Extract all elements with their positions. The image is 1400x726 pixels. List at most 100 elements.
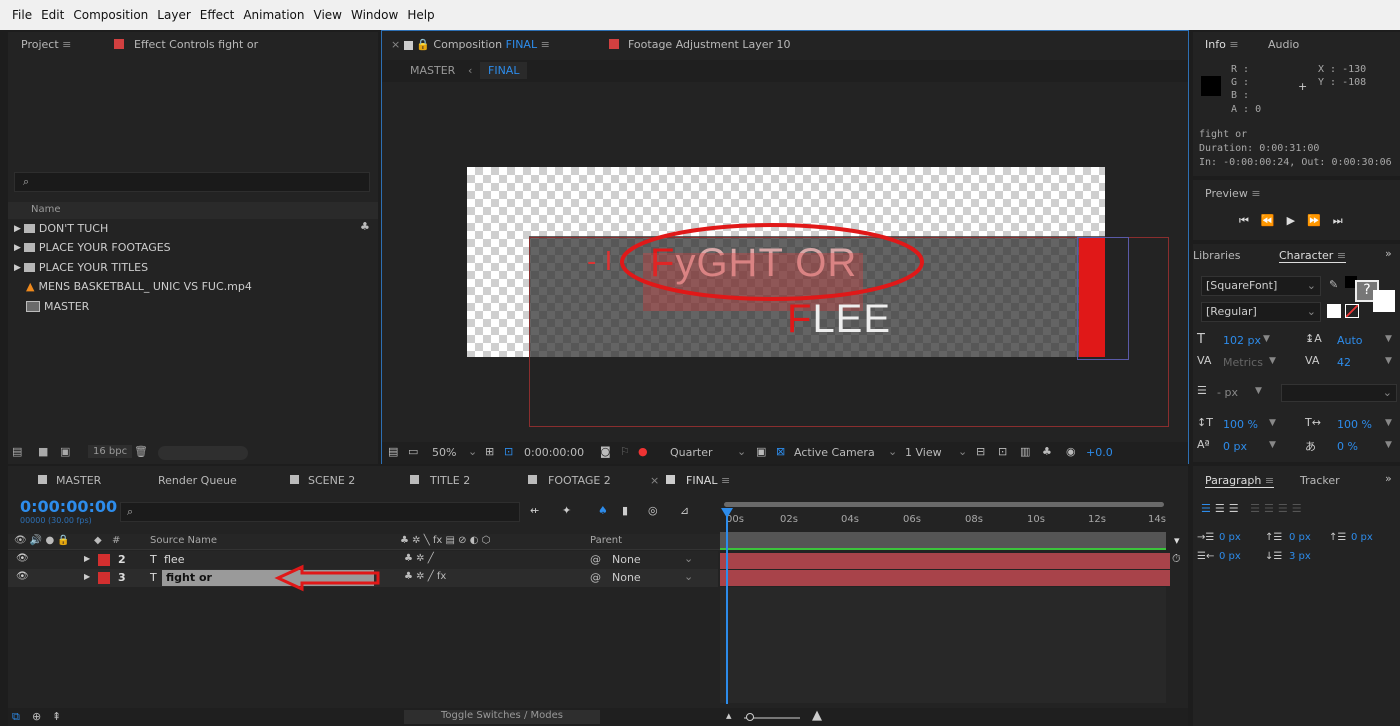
chevron-down-icon[interactable]: ⌄ xyxy=(958,445,967,458)
menu-composition[interactable]: Composition xyxy=(73,8,148,22)
zoom-select[interactable]: 50% xyxy=(432,446,456,459)
expand-arrow-icon[interactable]: ▶ xyxy=(84,554,90,563)
chevron-down-icon[interactable]: ⌄ xyxy=(684,570,693,583)
tab-libraries[interactable]: Libraries xyxy=(1193,249,1241,262)
last-frame-icon[interactable]: ⏭ xyxy=(1333,214,1355,227)
align-right-icon[interactable]: ☰ xyxy=(1229,502,1243,515)
tab-scene-2[interactable]: SCENE 2 xyxy=(308,474,355,487)
project-item-folder[interactable]: ▶ DON'T TUCH xyxy=(14,219,108,238)
tab-effect-controls[interactable]: Effect Controls fight or xyxy=(134,38,258,51)
new-composition-icon[interactable]: ▣ xyxy=(60,445,70,458)
space-before-value[interactable]: 0 px xyxy=(1289,532,1311,543)
layer-switches-toggle-icon[interactable]: ⧉ xyxy=(12,710,20,724)
menu-file[interactable]: File xyxy=(12,8,32,22)
kerning-value[interactable]: Metrics xyxy=(1223,356,1263,369)
camera-icon[interactable]: ◙ xyxy=(600,445,611,458)
comp-timecode[interactable]: 0:00:00:00 xyxy=(524,446,584,459)
hierarchy-icon[interactable]: ♣ xyxy=(360,220,370,233)
tab-composition[interactable]: × 🔒 Composition FINAL ≡ xyxy=(391,38,550,51)
visibility-icon[interactable]: 👁 xyxy=(16,553,29,564)
chevron-down-icon[interactable]: ▼ xyxy=(1269,356,1276,366)
shy-icon[interactable]: ♠ xyxy=(598,504,608,517)
justify-right-icon[interactable]: ☰ xyxy=(1278,502,1292,515)
zoom-in-icon[interactable]: ▲ xyxy=(812,708,822,723)
stroke-width-value[interactable]: - px xyxy=(1217,386,1238,399)
menu-effect[interactable]: Effect xyxy=(200,8,235,22)
tab-render-queue[interactable]: Render Queue xyxy=(158,474,237,487)
justify-all-icon[interactable]: ☰ xyxy=(1292,502,1306,515)
monitor-icon[interactable]: ▭ xyxy=(408,445,418,458)
col-name[interactable]: Name xyxy=(31,204,61,215)
flowchart-icon[interactable]: ♣ xyxy=(1042,445,1052,458)
align-center-icon[interactable]: ☰ xyxy=(1215,502,1229,515)
stroke-type-select[interactable]: ⌄ xyxy=(1281,384,1397,402)
parent-select[interactable]: None xyxy=(612,553,641,566)
menu-animation[interactable]: Animation xyxy=(243,8,304,22)
col-parent[interactable]: Parent xyxy=(590,535,622,546)
pickwhip-icon[interactable]: @ xyxy=(590,571,601,584)
nav-master[interactable]: MASTER xyxy=(410,64,455,77)
first-frame-icon[interactable]: ⏮ xyxy=(1239,214,1261,227)
eyedropper-icon[interactable]: ✎ xyxy=(1329,278,1338,291)
timeline-timecode[interactable]: 0:00:00:00 xyxy=(20,497,117,516)
indent-first-value[interactable]: 0 px xyxy=(1351,532,1373,543)
bpc-button[interactable]: 16 bpc xyxy=(88,445,133,458)
tsume-value[interactable]: 0 % xyxy=(1337,440,1358,453)
comp-mini-flowchart-icon[interactable]: ⇷ xyxy=(530,504,539,517)
layer-name[interactable]: fight or xyxy=(166,571,212,584)
label-color[interactable] xyxy=(98,572,110,584)
tab-character[interactable]: Character ≡ xyxy=(1279,249,1347,263)
roi-icon[interactable]: ▣ xyxy=(756,445,766,458)
menu-window[interactable]: Window xyxy=(351,8,398,22)
chevron-down-icon[interactable]: ▼ xyxy=(1385,334,1392,344)
transparency-grid-icon[interactable]: ⊠ xyxy=(776,445,785,458)
chevron-down-icon[interactable]: ⌄ xyxy=(684,552,693,565)
channel-icon[interactable]: ● xyxy=(638,445,648,458)
baseline-shift-value[interactable]: 0 px xyxy=(1223,440,1247,453)
panel-more-icon[interactable]: » xyxy=(1385,247,1392,260)
exposure-value[interactable]: +0.0 xyxy=(1086,446,1113,459)
stroke-color-swatch[interactable] xyxy=(1373,290,1395,312)
project-item-composition[interactable]: MASTER xyxy=(26,297,89,316)
project-item-folder[interactable]: ▶ PLACE YOUR TITLES xyxy=(14,258,148,277)
comp-marker-icon[interactable]: ▾ xyxy=(1174,534,1180,547)
project-item-folder[interactable]: ▶ PLACE YOUR FOOTAGES xyxy=(14,238,171,257)
font-size-value[interactable]: 102 px xyxy=(1223,334,1261,347)
fill-box-icon[interactable] xyxy=(1327,304,1341,318)
nav-final[interactable]: FINAL xyxy=(480,62,528,79)
next-frame-icon[interactable]: ⏩ xyxy=(1307,214,1333,227)
playhead[interactable] xyxy=(726,514,728,704)
project-search-input[interactable]: ⌕ xyxy=(14,172,370,192)
tab-paragraph[interactable]: Paragraph ≡ xyxy=(1205,474,1275,488)
chevron-down-icon[interactable]: ⌄ xyxy=(737,445,746,458)
menu-edit[interactable]: Edit xyxy=(41,8,64,22)
in-out-toggle-icon[interactable]: ⇞ xyxy=(52,710,61,723)
interpret-footage-icon[interactable]: ▤ xyxy=(12,445,22,458)
time-ruler[interactable] xyxy=(720,500,1166,552)
tab-final[interactable]: FINAL ≡ xyxy=(686,474,730,487)
chevron-down-icon[interactable]: ⌄ xyxy=(888,445,897,458)
justify-left-icon[interactable]: ☰ xyxy=(1250,502,1264,515)
timeline-search-input[interactable]: ⌕ xyxy=(120,502,520,522)
layer-bar[interactable] xyxy=(720,553,1170,569)
frame-blending-icon[interactable]: ▮ xyxy=(622,504,628,517)
parent-select[interactable]: None xyxy=(612,571,641,584)
thumbnail-slider[interactable] xyxy=(158,446,248,460)
zoom-out-icon[interactable]: ▴ xyxy=(726,709,732,722)
chevron-down-icon[interactable]: ▼ xyxy=(1385,356,1392,366)
tab-tracker[interactable]: Tracker xyxy=(1300,474,1340,487)
toggle-switches-modes-button[interactable]: Toggle Switches / Modes xyxy=(404,710,600,724)
menu-help[interactable]: Help xyxy=(407,8,434,22)
grid-icon[interactable]: ⊞ xyxy=(485,445,494,458)
visibility-icon[interactable]: 👁 xyxy=(16,571,29,582)
motion-blur-icon[interactable]: ◎ xyxy=(648,504,658,517)
tab-project[interactable]: Project ≡ xyxy=(21,38,71,51)
chevron-down-icon[interactable]: ▼ xyxy=(1269,418,1276,428)
tab-footage[interactable]: Footage Adjustment Layer 10 xyxy=(628,38,791,51)
chevron-down-icon[interactable]: ▼ xyxy=(1263,334,1270,344)
layer-name[interactable]: flee xyxy=(164,553,184,566)
font-style-select[interactable]: [Regular] ⌄ xyxy=(1201,302,1321,322)
camera-select[interactable]: Active Camera xyxy=(794,446,875,459)
play-icon[interactable]: ▶ xyxy=(1287,214,1307,227)
tab-info[interactable]: Info ≡ xyxy=(1205,38,1239,51)
